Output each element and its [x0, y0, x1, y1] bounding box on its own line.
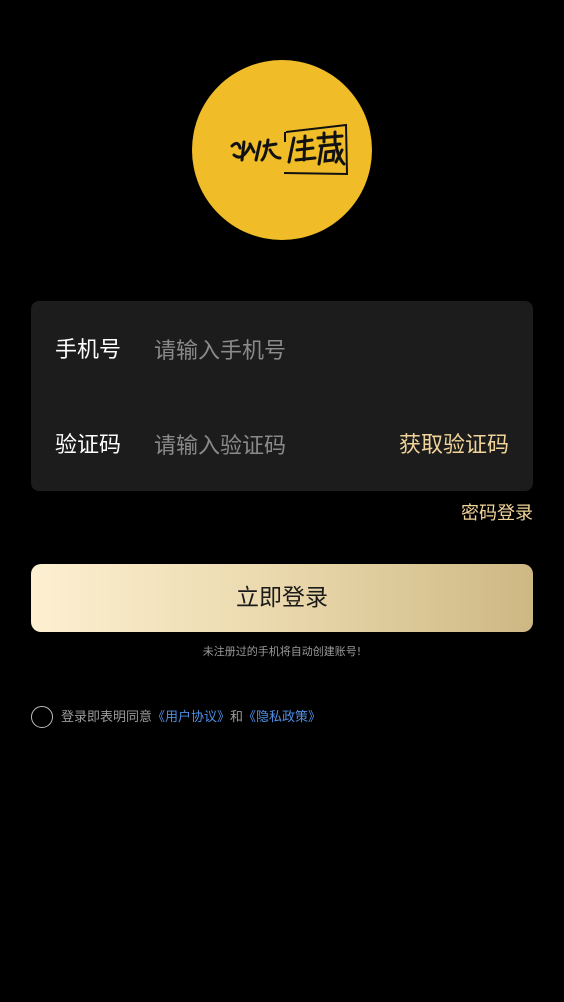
- phone-label: 手机号: [55, 338, 122, 363]
- code-input[interactable]: [152, 426, 376, 466]
- get-code-button[interactable]: 获取验证码: [399, 418, 509, 474]
- phone-input[interactable]: [152, 331, 376, 371]
- user-agreement-link[interactable]: 《用户协议》: [152, 710, 230, 725]
- code-label: 验证码: [55, 433, 122, 458]
- agreement-row: 登录即表明同意《用户协议》和《隐私政策》: [31, 706, 533, 730]
- login-form-card: 手机号 验证码 获取验证码: [31, 301, 533, 491]
- privacy-policy-link[interactable]: 《隐私政策》: [243, 710, 321, 725]
- phone-row: 手机号: [31, 323, 533, 379]
- login-button[interactable]: 立即登录: [31, 564, 533, 632]
- code-row: 验证码 获取验证码: [31, 418, 533, 474]
- password-login-link[interactable]: 密码登录: [461, 500, 533, 528]
- app-logo: [192, 60, 372, 240]
- agreement-prefix: 登录即表明同意: [61, 710, 153, 725]
- auto-register-hint: 未注册过的手机将自动创建账号!: [202, 645, 362, 658]
- logo-calligraphy-icon: [230, 123, 349, 176]
- agreement-checkbox[interactable]: [31, 706, 53, 728]
- agreement-conjunction: 和: [230, 710, 244, 725]
- agreement-text: 登录即表明同意《用户协议》和《隐私政策》: [61, 706, 321, 730]
